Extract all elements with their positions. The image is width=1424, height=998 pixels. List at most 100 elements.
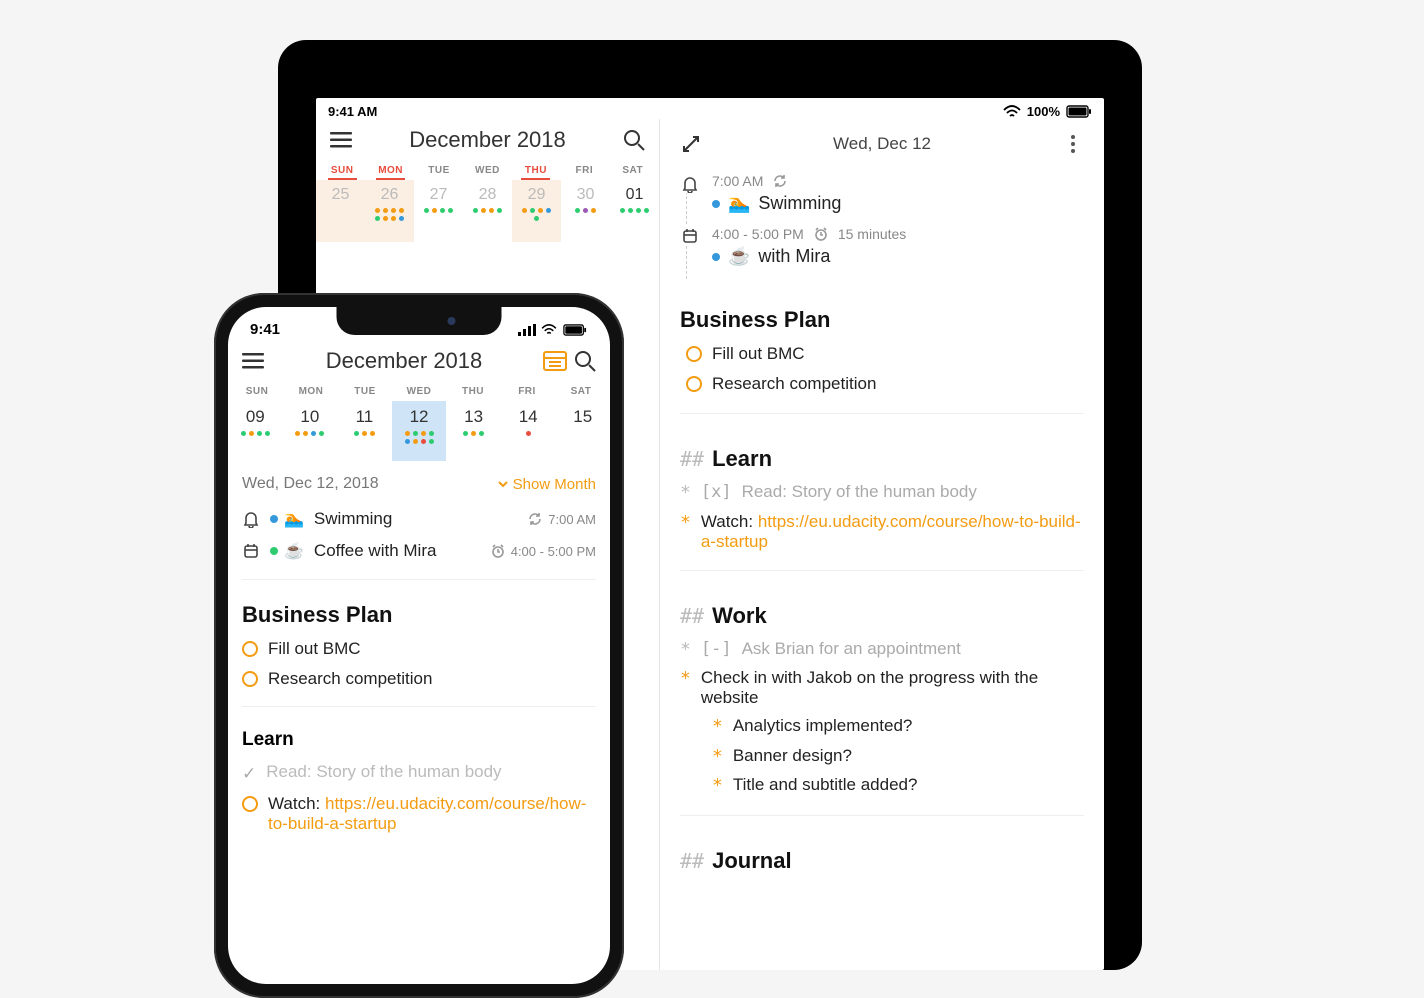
- event-time: 7:00 AM: [548, 512, 596, 527]
- repeat-icon: [528, 512, 542, 526]
- calendar-icon: [680, 226, 700, 244]
- wifi-icon: [1003, 105, 1021, 119]
- repeat-icon: [773, 174, 787, 188]
- weekday-mon: MON: [366, 159, 414, 180]
- bell-icon: [680, 173, 700, 193]
- subtask-title[interactable]: *Title and subtitle added?: [672, 771, 1092, 801]
- calendar-month-title: December 2018: [356, 127, 619, 153]
- event-coffee[interactable]: 4:00 - 5:00 PM 15 minutes ☕ with Mira: [680, 226, 1084, 271]
- week-view-button[interactable]: [540, 346, 570, 376]
- cal-day[interactable]: 28: [463, 180, 512, 242]
- week-view-icon: [543, 351, 567, 371]
- iphone-device: 9:41 December 2018 SUN MON TUE WED: [214, 293, 624, 998]
- ipad-battery-pct: 100%: [1027, 104, 1060, 119]
- cal-day[interactable]: 14: [501, 401, 556, 461]
- cal-day[interactable]: 10: [283, 401, 338, 461]
- markdown-hash: ##: [680, 447, 704, 471]
- ipad-detail-pane: Wed, Dec 12 7:00 AM 🏊 Swimming: [660, 119, 1104, 970]
- event-title: Coffee with Mira: [314, 541, 481, 561]
- selected-date-label: Wed, Dec 12, 2018: [242, 475, 379, 493]
- task-research[interactable]: Research competition: [672, 369, 1092, 399]
- menu-button[interactable]: [326, 125, 356, 155]
- weekday-sun: SUN: [230, 380, 284, 401]
- event-coffee[interactable]: ☕ Coffee with Mira 4:00 - 5:00 PM: [228, 535, 610, 567]
- section-work: Work: [712, 603, 767, 629]
- weekday-header: SUN MON TUE WED THU FRI SAT: [316, 159, 659, 180]
- iphone-notch: [337, 307, 502, 335]
- detail-date: Wed, Dec 12: [706, 134, 1058, 154]
- ipad-status-bar: 9:41 AM 100%: [316, 98, 1104, 119]
- event-swimming[interactable]: 7:00 AM 🏊 Swimming: [680, 173, 1084, 218]
- cal-day-selected[interactable]: 12: [392, 401, 447, 461]
- markdown-hash: ##: [680, 849, 704, 873]
- task-research[interactable]: Research competition: [228, 664, 610, 694]
- event-title: Swimming: [314, 509, 518, 529]
- subtask-analytics[interactable]: *Analytics implemented?: [672, 712, 1092, 742]
- calendar-week-row: 09 10 11 12 13 14 15: [228, 401, 610, 461]
- calendar-icon: [242, 543, 260, 559]
- cal-day[interactable]: 09: [228, 401, 283, 461]
- weekday-tue: TUE: [415, 159, 463, 180]
- task-check-jakob[interactable]: *Check in with Jakob on the progress wit…: [672, 664, 1092, 712]
- cal-day[interactable]: 30: [561, 180, 610, 242]
- section-business-plan: Business Plan: [228, 592, 610, 634]
- cal-day[interactable]: 11: [337, 401, 392, 461]
- section-journal: Journal: [712, 848, 791, 874]
- weekday-mon: MON: [284, 380, 338, 401]
- task-read-done[interactable]: ✓Read: Story of the human body: [228, 757, 610, 789]
- event-reminder: 15 minutes: [838, 226, 906, 242]
- link-udacity[interactable]: https://eu.udacity.com/course/how-to-bui…: [701, 512, 1081, 551]
- event-time: 7:00 AM: [712, 173, 763, 189]
- menu-button[interactable]: [238, 346, 268, 376]
- more-button[interactable]: [1058, 129, 1088, 159]
- subtask-banner[interactable]: *Banner design?: [672, 742, 1092, 772]
- cal-day[interactable]: 15: [555, 401, 610, 461]
- weekday-thu: THU: [512, 159, 560, 180]
- section-learn: Learn: [712, 446, 772, 472]
- task-ask-brian[interactable]: *[-]Ask Brian for an appointment: [672, 635, 1092, 665]
- chevron-down-icon: [497, 478, 509, 490]
- weekday-wed: WED: [392, 380, 446, 401]
- cal-day[interactable]: 13: [446, 401, 501, 461]
- section-learn: Learn: [228, 719, 610, 757]
- event-time: 4:00 - 5:00 PM: [511, 544, 596, 559]
- markdown-hash: ##: [680, 604, 704, 628]
- cal-day[interactable]: 25: [316, 180, 365, 242]
- bell-icon: [242, 510, 260, 528]
- weekday-sun: SUN: [318, 159, 366, 180]
- cal-day[interactable]: 29: [512, 180, 561, 242]
- wifi-icon: [541, 324, 557, 336]
- task-fill-bmc[interactable]: Fill out BMC: [228, 634, 610, 664]
- weekday-thu: THU: [446, 380, 500, 401]
- calendar-month-title: December 2018: [268, 348, 540, 374]
- task-read-done[interactable]: *[x]Read: Story of the human body: [672, 478, 1092, 508]
- task-watch[interactable]: Watch: https://eu.udacity.com/course/how…: [228, 789, 610, 839]
- battery-icon: [1066, 105, 1092, 118]
- weekday-sat: SAT: [554, 380, 608, 401]
- ipad-status-time: 9:41 AM: [328, 104, 377, 119]
- signal-icon: [518, 324, 536, 336]
- event-swimming[interactable]: 🏊 Swimming 7:00 AM: [228, 503, 610, 535]
- iphone-status-time: 9:41: [250, 321, 280, 338]
- iphone-screen: 9:41 December 2018 SUN MON TUE WED: [228, 307, 610, 984]
- calendar-week-row: 25 26 27 28 29 30 01: [316, 180, 659, 242]
- weekday-wed: WED: [463, 159, 511, 180]
- section-business-plan: Business Plan: [680, 307, 830, 333]
- check-icon: ✓: [242, 764, 256, 784]
- task-watch[interactable]: *Watch: https://eu.udacity.com/course/ho…: [672, 508, 1092, 556]
- weekday-fri: FRI: [560, 159, 608, 180]
- event-time: 4:00 - 5:00 PM: [712, 226, 804, 242]
- expand-button[interactable]: [676, 129, 706, 159]
- cal-day[interactable]: 27: [414, 180, 463, 242]
- task-fill-bmc[interactable]: Fill out BMC: [672, 339, 1092, 369]
- event-title: Swimming: [758, 193, 841, 214]
- alarm-icon: [491, 544, 505, 558]
- show-month-button[interactable]: Show Month: [497, 476, 596, 493]
- weekday-sat: SAT: [609, 159, 657, 180]
- cal-day[interactable]: 01: [610, 180, 659, 242]
- event-title: with Mira: [758, 246, 830, 267]
- search-button[interactable]: [619, 125, 649, 155]
- search-button[interactable]: [570, 346, 600, 376]
- battery-icon: [562, 324, 588, 336]
- cal-day[interactable]: 26: [365, 180, 414, 242]
